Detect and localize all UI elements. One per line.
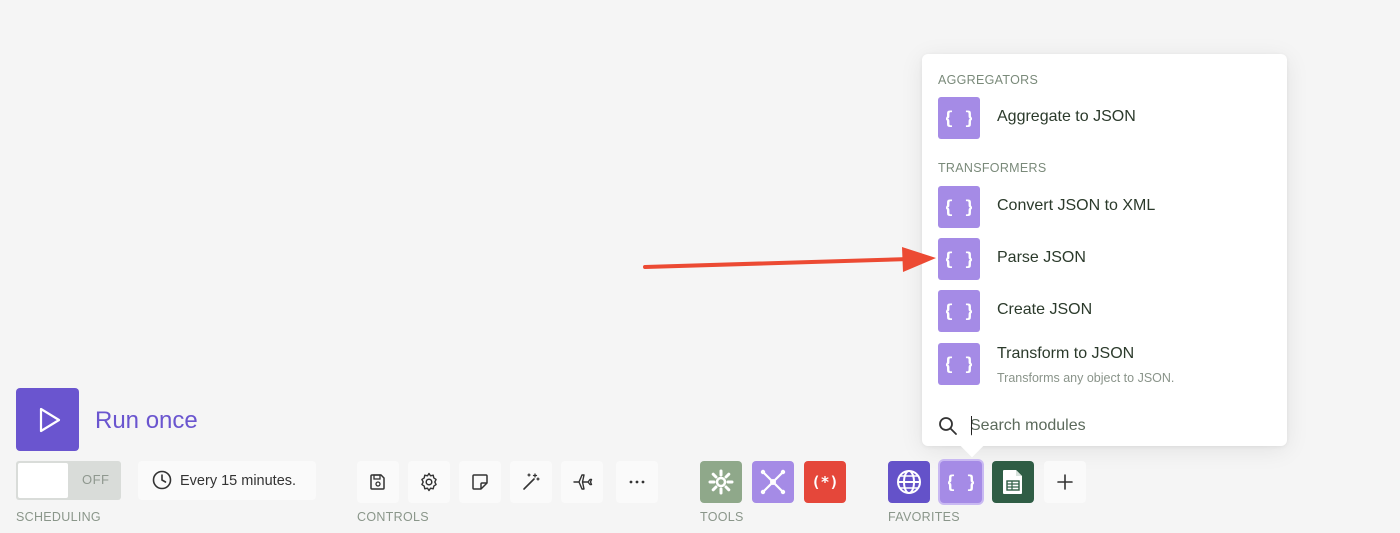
gear-tools-icon xyxy=(708,469,734,495)
flow-control-button[interactable] xyxy=(752,461,794,503)
module-convert-json-to-xml[interactable]: { } Convert JSON to XML xyxy=(938,186,1271,230)
toggle-state: OFF xyxy=(82,472,110,487)
json-braces-icon: { } xyxy=(938,238,980,280)
clock-icon xyxy=(152,470,172,490)
plus-icon xyxy=(1057,474,1073,490)
json-braces-icon: { } xyxy=(948,472,974,493)
more-dots-icon xyxy=(629,480,645,484)
run-once-button[interactable] xyxy=(16,388,79,451)
module-title: Convert JSON to XML xyxy=(997,197,1156,214)
svg-text:{ }: { } xyxy=(946,197,972,218)
section-label-aggregators: AGGREGATORS xyxy=(938,73,1039,87)
json-braces-icon: { } xyxy=(938,343,980,385)
schedule-interval-text: Every 15 minutes. xyxy=(180,473,297,489)
module-picker-panel: AGGREGATORS { } Aggregate to JSON TRANSF… xyxy=(922,54,1287,458)
add-favorite-button[interactable] xyxy=(1044,461,1086,503)
airplane-icon xyxy=(573,474,593,490)
http-globe-icon xyxy=(897,470,921,494)
explain-flow-button[interactable] xyxy=(561,461,603,503)
module-title: Create JSON xyxy=(997,301,1093,318)
google-sheets-icon xyxy=(1003,470,1022,494)
save-icon xyxy=(370,474,385,490)
group-label-scheduling: SCHEDULING xyxy=(16,510,101,524)
toggle-knob xyxy=(18,463,68,498)
group-label-controls: CONTROLS xyxy=(357,510,429,524)
magic-wand-icon xyxy=(523,473,540,490)
module-title: Aggregate to JSON xyxy=(997,108,1136,125)
schedule-interval-button[interactable]: Every 15 minutes. xyxy=(138,461,316,500)
json-module-button[interactable]: { } xyxy=(940,461,982,503)
text-caret xyxy=(971,416,972,436)
http-module-button[interactable] xyxy=(888,461,930,503)
annotation-arrow-icon xyxy=(643,247,936,272)
svg-text:{ }: { } xyxy=(946,301,972,322)
module-aggregate-to-json[interactable]: { } Aggregate to JSON xyxy=(938,97,1271,141)
text-parser-icon: (*) xyxy=(812,473,838,491)
panel-pointer xyxy=(960,434,984,458)
notes-button[interactable] xyxy=(459,461,501,503)
section-label-transformers: TRANSFORMERS xyxy=(938,161,1047,175)
google-sheets-button[interactable] xyxy=(992,461,1034,503)
svg-text:{ }: { } xyxy=(946,354,972,375)
search-icon xyxy=(939,417,957,435)
module-create-json[interactable]: { } Create JSON xyxy=(938,290,1271,334)
module-parse-json[interactable]: { } Parse JSON xyxy=(938,238,1271,282)
play-icon xyxy=(39,407,60,432)
json-braces-icon: { } xyxy=(938,290,980,332)
scheduling-toggle[interactable]: OFF xyxy=(16,461,121,500)
scenario-settings-button[interactable] xyxy=(408,461,450,503)
search-modules-input[interactable] xyxy=(970,414,1270,438)
settings-gear-icon xyxy=(421,472,437,492)
flow-control-icon xyxy=(760,469,786,495)
group-label-tools: TOOLS xyxy=(700,510,744,524)
module-search xyxy=(938,414,1271,438)
more-options-button[interactable] xyxy=(616,461,658,503)
scenario-canvas[interactable]: AGGREGATORS { } Aggregate to JSON TRANSF… xyxy=(0,0,1400,533)
group-label-favorites: FAVORITES xyxy=(888,510,960,524)
text-parser-button[interactable]: (*) xyxy=(804,461,846,503)
notes-icon xyxy=(472,474,488,490)
svg-text:(*): (*) xyxy=(812,473,838,491)
json-braces-icon: { } xyxy=(938,97,980,139)
json-braces-icon: { } xyxy=(938,186,980,228)
module-description: Transforms any object to JSON. xyxy=(997,371,1175,385)
auto-align-button[interactable] xyxy=(510,461,552,503)
module-title: Transform to JSON xyxy=(997,345,1135,362)
svg-text:{ }: { } xyxy=(946,108,972,129)
save-button[interactable] xyxy=(357,461,399,503)
run-once-label[interactable]: Run once xyxy=(95,407,198,435)
module-transform-to-json[interactable]: { } Transform to JSON Transforms any obj… xyxy=(938,343,1271,391)
svg-text:{ }: { } xyxy=(948,472,974,493)
svg-text:{ }: { } xyxy=(946,249,972,270)
tools-button[interactable] xyxy=(700,461,742,503)
module-title: Parse JSON xyxy=(997,249,1086,266)
